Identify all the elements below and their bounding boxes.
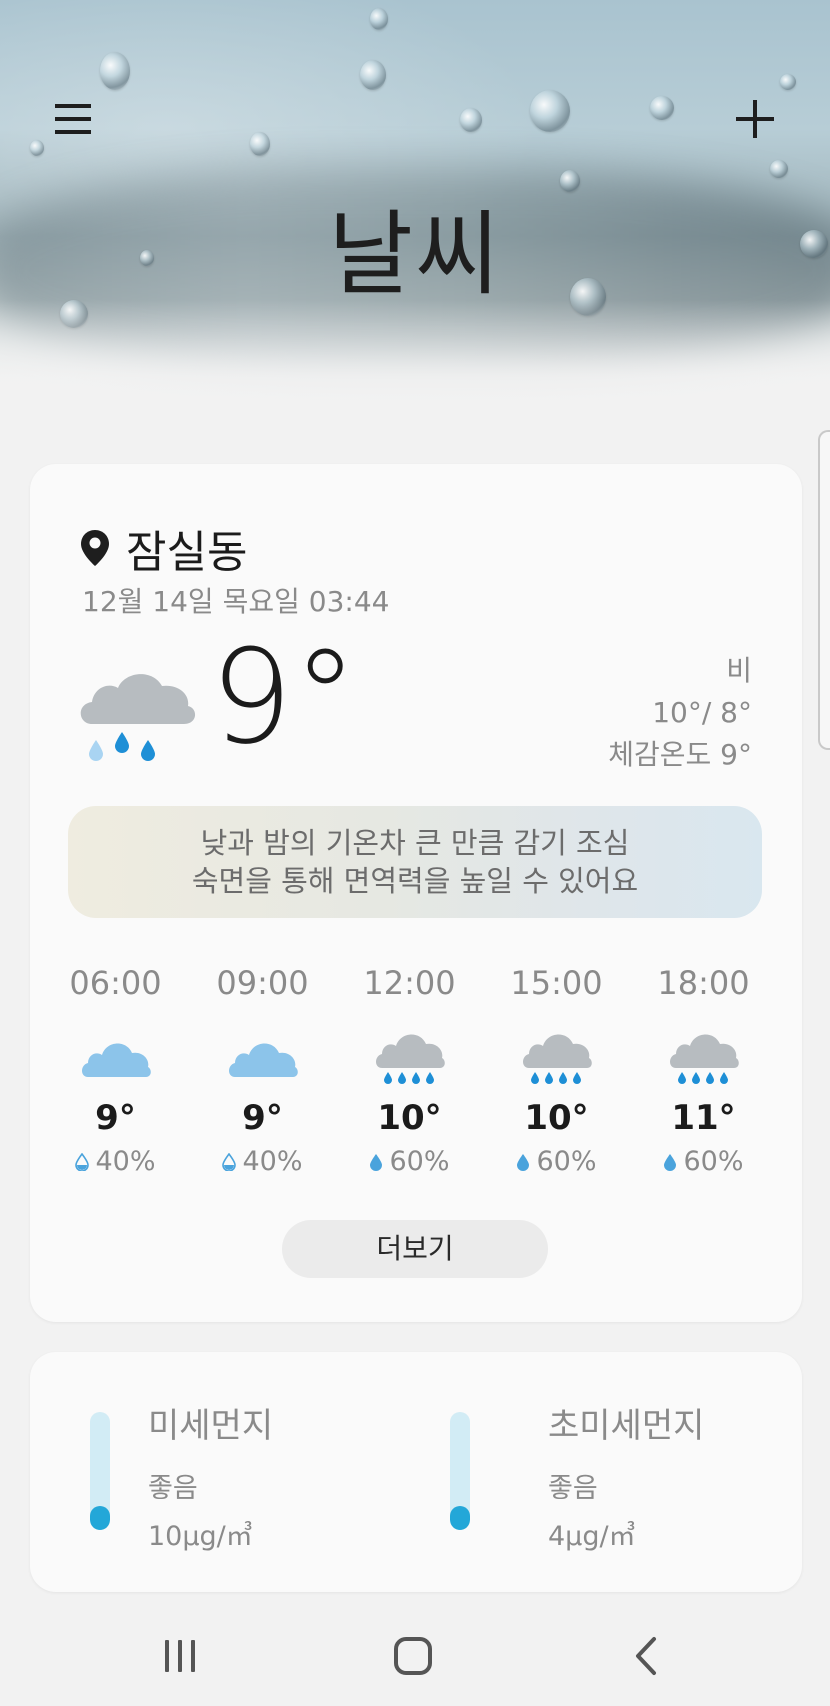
raindrop [370, 8, 388, 30]
more-button[interactable]: 더보기 [282, 1220, 548, 1278]
hourly-item: 15:00 10° 60% [483, 964, 630, 1177]
hourly-item: 06:00 9° 40% [42, 964, 189, 1177]
hour-temperature: 10° [377, 1098, 442, 1138]
plus-icon[interactable] [720, 84, 790, 154]
precipitation-value: 60% [683, 1146, 744, 1177]
hourly-item: 18:00 11° 60% [630, 964, 777, 1177]
hour-time: 09:00 [216, 964, 309, 1002]
pm25-section: 초미세먼지 좋음 4μg/㎥ [400, 1352, 770, 1592]
water-drop-icon [664, 1153, 677, 1171]
hour-time: 12:00 [363, 964, 456, 1002]
update-datetime: 12월 14일 목요일 03:44 [82, 585, 390, 618]
hour-temperature: 9° [95, 1098, 136, 1138]
condition-block: 비 10°/ 8° 체감온도 9° [608, 650, 752, 776]
pm10-section: 미세먼지 좋음 10μg/㎥ [30, 1352, 400, 1592]
precipitation-chance: 60% [663, 1146, 744, 1177]
feels-like-temperature: 체감온도 9° [608, 738, 752, 771]
pm10-level-gauge [90, 1412, 110, 1530]
cloudy-icon [80, 1022, 152, 1092]
precipitation-value: 40% [242, 1146, 303, 1177]
high-low-temperature: 10°/ 8° [652, 696, 752, 729]
recent-apps-icon[interactable] [140, 1626, 220, 1686]
fog-overlay [0, 300, 830, 430]
pm25-level-gauge [450, 1412, 470, 1530]
pm25-title: 초미세먼지 [548, 1406, 705, 1446]
pm25-gauge-fill [450, 1506, 470, 1530]
precipitation-value: 60% [536, 1146, 597, 1177]
condition-text: 비 [726, 654, 752, 687]
water-drop-icon [75, 1152, 90, 1171]
raindrop [460, 108, 482, 132]
edge-panel-handle[interactable] [818, 430, 830, 750]
rain-cloud-icon [74, 660, 198, 780]
hour-temperature: 9° [242, 1098, 283, 1138]
hour-temperature: 11° [671, 1098, 736, 1138]
pm10-value: 10μg/㎥ [148, 1521, 253, 1552]
hour-time: 15:00 [510, 964, 603, 1002]
current-temperature: 9° [210, 621, 358, 773]
back-icon[interactable] [606, 1626, 686, 1686]
current-weather-card[interactable]: 잠실동 12월 14일 목요일 03:44 9° 비 10°/ 8° 체감온도 … [30, 464, 802, 1322]
hourly-item: 09:00 9° 40% [189, 964, 336, 1177]
hourly-item: 12:00 10° 60% [336, 964, 483, 1177]
pm25-value: 4μg/㎥ [548, 1521, 636, 1552]
precipitation-chance: 40% [75, 1146, 156, 1177]
advice-line-2: 숙면을 통해 면역력을 높일 수 있어요 [191, 864, 639, 898]
hour-time: 06:00 [69, 964, 162, 1002]
pm25-level: 좋음 [548, 1473, 598, 1504]
raindrop [650, 96, 674, 120]
cloudy-icon [227, 1022, 299, 1092]
rain-cloud-icon [521, 1022, 593, 1092]
location-name: 잠실동 [126, 527, 248, 578]
pm10-title: 미세먼지 [148, 1406, 274, 1446]
pm10-level: 좋음 [148, 1473, 198, 1504]
hourly-forecast: 06:00 9° 40% 09:00 9° 40% 12:00 10° 60% … [42, 964, 790, 1177]
advice-line-1: 낮과 밤의 기온차 큰 만큼 감기 조심 [200, 826, 630, 860]
location-pin-icon [81, 530, 109, 566]
pm10-gauge-fill [90, 1506, 110, 1530]
hamburger-menu-icon[interactable] [38, 84, 108, 154]
weather-advice-banner[interactable]: 낮과 밤의 기온차 큰 만큼 감기 조심 숙면을 통해 면역력을 높일 수 있어… [68, 806, 762, 918]
system-navigation-bar [0, 1606, 830, 1706]
raindrop [530, 90, 570, 132]
rain-cloud-icon [668, 1022, 740, 1092]
water-drop-icon [370, 1153, 383, 1171]
precipitation-value: 60% [389, 1146, 450, 1177]
hour-temperature: 10° [524, 1098, 589, 1138]
precipitation-chance: 60% [516, 1146, 597, 1177]
raindrop [770, 160, 788, 178]
home-icon[interactable] [373, 1626, 453, 1686]
raindrop [360, 60, 386, 90]
precipitation-chance: 60% [369, 1146, 450, 1177]
precipitation-chance: 40% [222, 1146, 303, 1177]
precipitation-value: 40% [95, 1146, 156, 1177]
hour-time: 18:00 [657, 964, 750, 1002]
raindrop [250, 132, 270, 156]
water-drop-icon [517, 1153, 530, 1171]
water-drop-icon [222, 1152, 237, 1171]
air-quality-card[interactable]: 미세먼지 좋음 10μg/㎥ 초미세먼지 좋음 4μg/㎥ [30, 1352, 802, 1592]
rain-cloud-icon [374, 1022, 446, 1092]
location: 잠실동 [80, 516, 247, 580]
page-title: 날씨 [328, 201, 502, 308]
